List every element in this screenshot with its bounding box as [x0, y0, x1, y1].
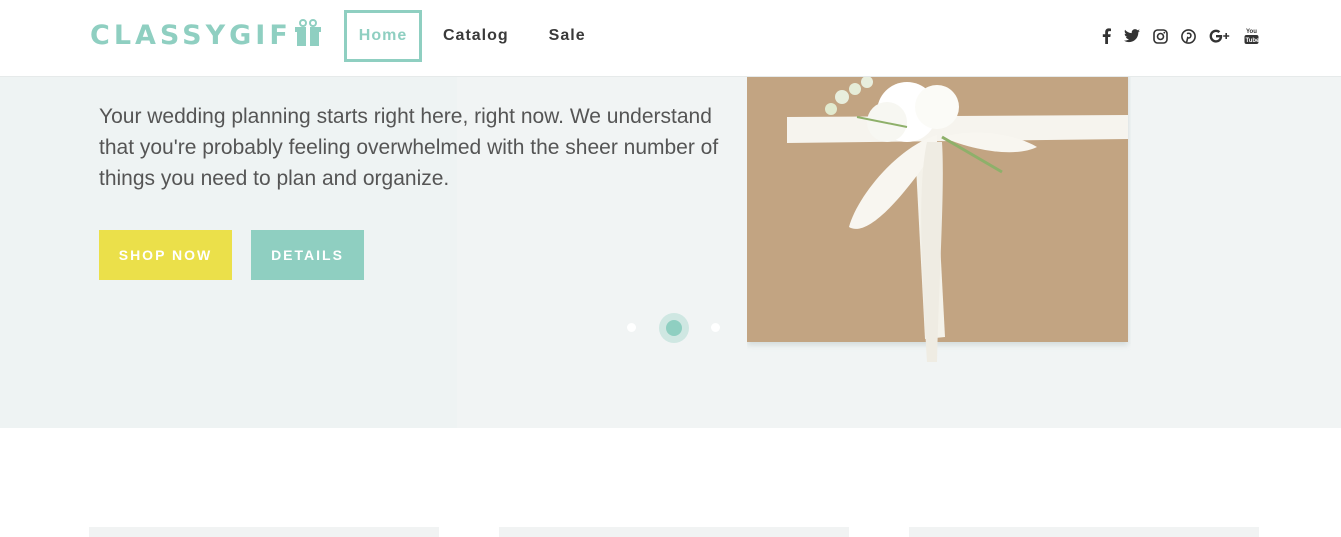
gift-image	[747, 77, 1131, 367]
hero-slider: Your wedding planning starts right here,…	[0, 77, 1341, 428]
nav-sale[interactable]: Sale	[549, 12, 586, 60]
product-card[interactable]	[499, 527, 849, 537]
instagram-icon[interactable]	[1153, 26, 1168, 46]
twitter-icon[interactable]	[1124, 26, 1140, 46]
details-button[interactable]: DETAILS	[251, 230, 364, 280]
svg-text:You: You	[1246, 29, 1257, 35]
slide-dot-2-active[interactable]	[659, 313, 689, 343]
youtube-icon[interactable]: You Tube	[1244, 26, 1259, 46]
site-header: CLASSYGIF Home Catalog Sale You Tube	[0, 0, 1341, 77]
product-card[interactable]	[909, 527, 1259, 537]
main-nav: Home Catalog Sale	[344, 10, 586, 62]
logo-text: CLASSYGIF	[90, 19, 292, 51]
facebook-icon[interactable]	[1102, 26, 1111, 46]
hero-text: Your wedding planning starts right here,…	[99, 105, 719, 190]
logo[interactable]: CLASSYGIF	[90, 18, 322, 52]
slide-dot-1[interactable]	[627, 323, 636, 332]
gift-logo-icon	[294, 18, 322, 52]
slider-pagination	[626, 313, 726, 343]
product-card[interactable]	[89, 527, 439, 537]
google-plus-icon[interactable]	[1209, 26, 1231, 46]
social-links: You Tube	[1089, 26, 1259, 46]
shop-now-button[interactable]: SHOP NOW	[99, 230, 232, 280]
svg-text:Tube: Tube	[1246, 38, 1260, 44]
slide-dot-3[interactable]	[711, 323, 720, 332]
nav-home[interactable]: Home	[344, 10, 422, 62]
nav-catalog[interactable]: Catalog	[443, 12, 509, 60]
pinterest-icon[interactable]	[1181, 26, 1196, 46]
